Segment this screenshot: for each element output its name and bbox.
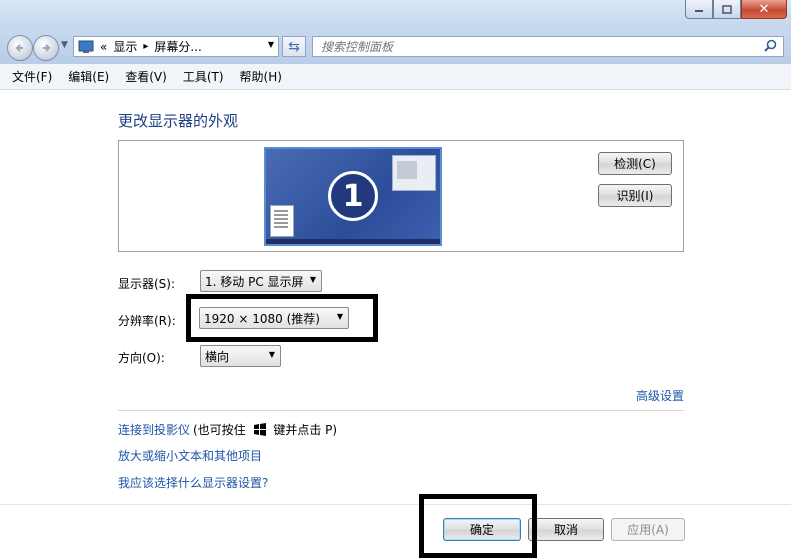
- close-icon: ✕: [758, 1, 770, 17]
- address-crumb-resolution[interactable]: 屏幕分...: [154, 38, 201, 55]
- detect-button[interactable]: 检测(C): [598, 152, 672, 175]
- address-bar[interactable]: « 显示 ▸ 屏幕分... ▼: [73, 36, 279, 57]
- menu-file[interactable]: 文件(F): [12, 68, 52, 85]
- menu-edit[interactable]: 编辑(E): [68, 68, 109, 85]
- apply-button[interactable]: 应用(A): [611, 518, 685, 541]
- projector-hint-after: 键并点击 P): [273, 423, 338, 437]
- search-icon[interactable]: [764, 39, 777, 56]
- forward-arrow-icon: [43, 44, 51, 52]
- projector-hint: (也可按住 键并点击 P): [193, 421, 337, 438]
- monitor-number-badge: 1: [328, 171, 378, 221]
- advanced-settings-link[interactable]: 高级设置: [636, 387, 684, 404]
- window-titlebar: ✕: [0, 0, 791, 30]
- mini-taskbar-graphic: [266, 239, 440, 244]
- display-select[interactable]: 1. 移动 PC 显示屏 ▼: [200, 270, 322, 292]
- dropdown-arrow-icon: ▼: [268, 350, 275, 359]
- address-separator[interactable]: ▸: [143, 41, 148, 52]
- address-crumb-display[interactable]: 显示: [113, 38, 137, 55]
- monitor-thumbnail[interactable]: 1: [264, 147, 442, 246]
- search-input[interactable]: [319, 38, 743, 55]
- orientation-label: 方向(O):: [118, 351, 165, 365]
- caption-buttons: ✕: [685, 0, 787, 20]
- display-label: 显示器(S):: [118, 277, 176, 291]
- windows-logo-icon: [253, 423, 266, 436]
- maximize-icon: [722, 4, 732, 14]
- identify-button[interactable]: 识别(I): [598, 184, 672, 207]
- minimize-icon: [695, 10, 703, 12]
- dropdown-arrow-icon: ▼: [309, 275, 316, 284]
- maximize-button[interactable]: [713, 0, 741, 19]
- control-panel-icon: [78, 40, 94, 53]
- back-button[interactable]: [7, 35, 33, 61]
- orientation-select[interactable]: 横向 ▼: [200, 345, 281, 367]
- annotation-highlight-ok: [419, 494, 537, 558]
- forward-button[interactable]: [33, 35, 59, 61]
- menu-help[interactable]: 帮助(H): [240, 68, 282, 85]
- refresh-button[interactable]: ⇆: [282, 36, 306, 57]
- section-divider: [118, 410, 684, 411]
- text-size-link[interactable]: 放大或缩小文本和其他项目: [118, 447, 262, 464]
- display-select-value: 1. 移动 PC 显示屏: [205, 274, 304, 289]
- footer-divider: [0, 504, 791, 505]
- annotation-highlight-resolution: [186, 294, 378, 342]
- history-dropdown-button[interactable]: ▼: [61, 40, 68, 50]
- minimize-button[interactable]: [685, 0, 713, 19]
- cancel-button[interactable]: 取消: [528, 518, 604, 541]
- menu-bar: 文件(F) 编辑(E) 查看(V) 工具(T) 帮助(H): [0, 64, 791, 90]
- search-box[interactable]: [312, 36, 784, 57]
- menu-view[interactable]: 查看(V): [125, 68, 167, 85]
- address-prefix[interactable]: «: [100, 40, 107, 54]
- navigation-bar: ▼ « 显示 ▸ 屏幕分... ▼ ⇆: [0, 30, 791, 64]
- close-button[interactable]: ✕: [741, 0, 787, 19]
- resolution-label: 分辨率(R):: [118, 314, 176, 328]
- refresh-icon: ⇆: [288, 38, 300, 55]
- which-display-link[interactable]: 我应该选择什么显示器设置?: [118, 474, 268, 491]
- mini-window-graphic: [392, 155, 436, 191]
- projector-hint-before: (也可按住: [193, 423, 246, 437]
- back-arrow-icon: [15, 44, 23, 52]
- orientation-select-value: 横向: [205, 349, 230, 364]
- address-dropdown-icon[interactable]: ▼: [268, 40, 274, 49]
- menu-tools[interactable]: 工具(T): [183, 68, 224, 85]
- connect-projector-link[interactable]: 连接到投影仪: [118, 421, 190, 438]
- mini-document-graphic: [270, 205, 294, 237]
- page-title: 更改显示器的外观: [118, 112, 239, 130]
